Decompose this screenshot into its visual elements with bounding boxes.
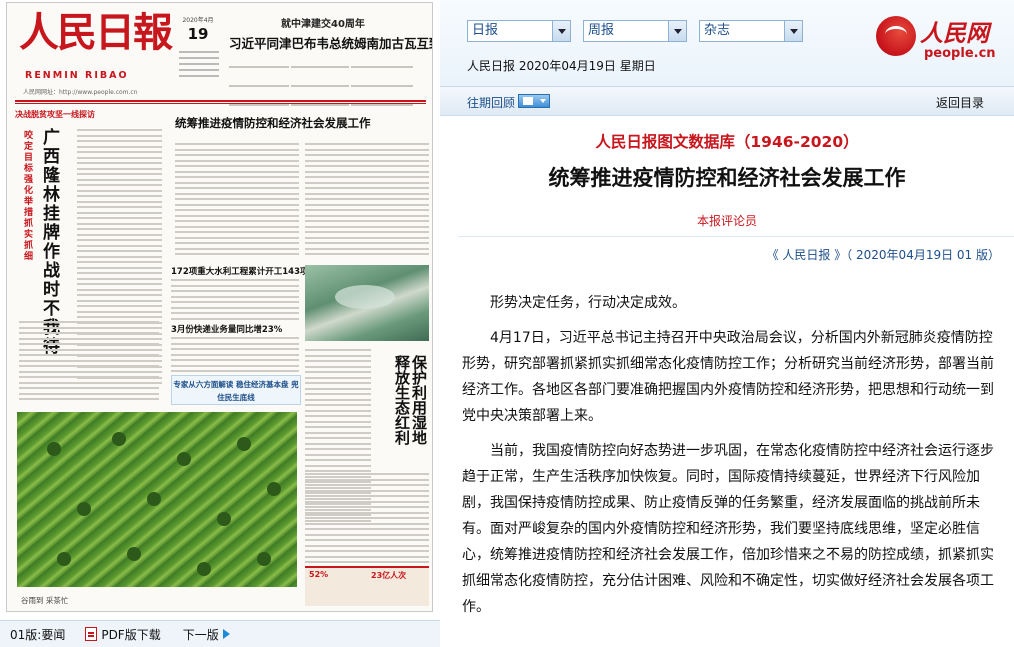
mid-headline-express[interactable]: 3月份快递业务量同比增23% [171,323,282,335]
article-paragraph: 4月17日，习近平总书记主持召开中央政治局会议，分析国内外新冠肺炎疫情防控形势，… [462,330,994,424]
people-cn-logo[interactable]: 人民网 people.cn [876,12,1006,66]
tea-garden-photo[interactable] [17,412,297,587]
article-body: 形势决定任务，行动决定成效。 4月17日，习近平总书记主持召开中央政治局会议，分… [462,290,1004,629]
column-label: 决战脱贫攻坚一线探访 [15,110,95,119]
brand-name-cn: 人民网 [920,20,989,47]
calendar-dropdown-icon[interactable] [518,94,550,108]
next-page-label: 下一版 [182,627,219,642]
left-vertical-subhead[interactable]: 咬定目标 强化举措 抓实抓细 [24,131,36,263]
masthead-day: 19 [187,25,209,43]
next-page-link[interactable]: 下一版 [183,626,230,643]
masthead-pinyin: RENMIN RIBAO [25,70,129,81]
chevron-down-icon [552,21,570,41]
headline-main[interactable]: 习近平同津巴布韦总统姆南加古瓦互致贺电 [229,33,432,52]
stats-box[interactable]: 52% 23亿人次 [305,566,429,606]
weekly-select[interactable]: 周报 [583,20,687,42]
article-title: 统筹推进疫情防控和经济社会发展工作 [548,166,906,190]
masthead-date: 2020年4月 [182,17,214,24]
arrow-right-icon [222,629,230,639]
stats-box-value-1: 52% [309,570,329,579]
right-lower-text [305,473,429,567]
article-source: 《 人民日报 》（ 2020年04月19日 01 版） [766,248,1000,262]
article-panel: 日报 周报 杂志 人民日报 2020年04月19日 星期日 人民网 people… [440,0,1014,647]
article-paragraph: 当前，我国疫情防控向好态势进一步巩固，在常态化疫情防控中经济社会运行逐步趋于正常… [462,443,994,615]
wetland-photo[interactable] [305,265,429,341]
daily-select[interactable]: 日报 [467,20,571,42]
weekly-select-value: 周报 [588,23,615,38]
mid-headline-water[interactable]: 172项重大水利工程累计开工143项 [171,265,309,277]
masthead-issue-lines [179,47,219,81]
magazine-select[interactable]: 杂志 [699,20,803,42]
pdf-download-label: PDF版下载 [101,627,161,642]
article-paragraph: 形势决定任务，行动决定成效。 [490,295,686,311]
masthead-logo: 人民日報 [19,9,173,56]
database-title: 人民日报图文数据库（1946-2020） [595,133,859,151]
newspaper-panel: 人民日報 RENMIN RIBAO 人民网网址：http://www.peopl… [0,0,440,647]
economy-banner[interactable]: 专家从六方面解读 稳住经济基本盘 兜住民生底线 [171,375,301,405]
back-to-contents-link[interactable]: 返回目录 [936,94,984,111]
photo-caption: 谷雨到 采茶忙 [21,596,69,605]
sub-navigation: 往期回顾 返回目录 [440,86,1014,116]
page-navigation: 01版:要闻 PDF版下载 下一版 [0,620,440,647]
headline-subtitle[interactable]: 就中津建交40周年 [281,15,365,30]
article-author: 本报评论员 [696,214,757,228]
masthead-rule-thin [15,103,426,104]
top-bar: 日报 周报 杂志 人民日报 2020年04月19日 星期日 人民网 people… [440,0,1014,86]
stats-box-value-2: 23亿人次 [371,571,407,580]
masthead-url: 人民网网址：http://www.people.com.cn [23,89,138,96]
daily-select-value: 日报 [472,23,499,38]
newspaper-page-image[interactable]: 人民日報 RENMIN RIBAO 人民网网址：http://www.peopl… [6,2,433,612]
past-issues-label[interactable]: 往期回顾 [467,94,515,111]
mid-text-water [171,279,299,323]
section-column-1 [175,143,299,259]
current-page-link[interactable]: 01版:要闻 [10,626,65,643]
pdf-icon [85,627,98,641]
brand-name-en: people.cn [924,46,996,61]
left-lower-text [19,321,159,404]
issue-date: 人民日报 2020年04月19日 星期日 [467,59,656,73]
masthead-rule [15,100,426,102]
magazine-select-value: 杂志 [704,23,731,38]
section-headline[interactable]: 统筹推进疫情防控和经济社会发展工作 [175,115,371,131]
mid-text-express [171,337,299,376]
people-logo-icon [876,16,916,56]
chevron-down-icon [784,21,802,41]
pdf-download-link[interactable]: PDF版下载 [85,626,161,643]
chevron-down-icon [668,21,686,41]
wetland-vertical-headline[interactable]: 保护利用湿地 释放生态红利 [379,355,428,465]
section-column-2 [305,143,429,259]
source-divider [458,236,1014,237]
